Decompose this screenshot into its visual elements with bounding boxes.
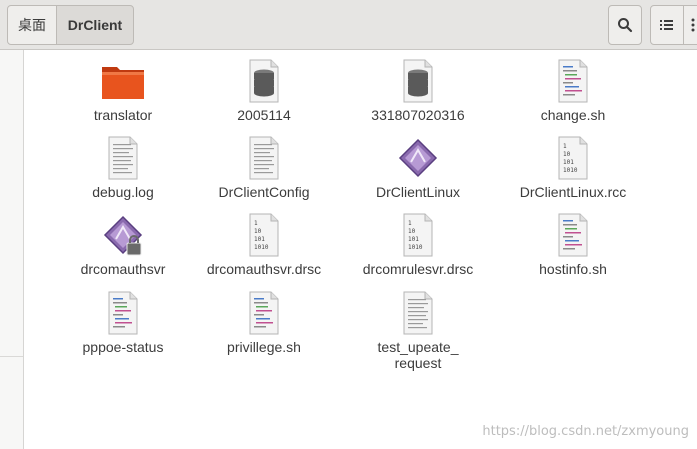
svg-text:1: 1 <box>563 143 567 150</box>
file-item[interactable]: 1 10 101 1010 drcomrulesvr.drsc <box>343 211 493 277</box>
file-item[interactable]: DrClientLinux <box>343 134 493 200</box>
text-file-icon <box>394 289 442 337</box>
file-name: drcomauthsvr.drsc <box>206 261 322 277</box>
file-item[interactable]: translator <box>48 57 198 123</box>
svg-text:101: 101 <box>254 236 265 243</box>
binary-file-icon: 1 10 101 1010 <box>394 211 442 259</box>
menu-button[interactable] <box>683 5 697 45</box>
file-item[interactable]: debug.log <box>48 134 198 200</box>
file-name: hostinfo.sh <box>539 261 607 277</box>
script-icon <box>99 289 147 337</box>
database-icon <box>394 57 442 105</box>
binary-file-icon: 1 10 101 1010 <box>549 134 597 182</box>
svg-text:101: 101 <box>408 236 419 243</box>
script-icon <box>549 211 597 259</box>
file-name: 331807020316 <box>371 107 465 123</box>
breadcrumb-home[interactable]: 桌面 <box>7 5 57 45</box>
file-item[interactable]: DrClientConfig <box>189 134 339 200</box>
svg-text:1: 1 <box>254 220 258 227</box>
script-icon <box>549 57 597 105</box>
file-item[interactable]: 331807020316 <box>343 57 493 123</box>
file-name: DrClientLinux <box>375 184 461 200</box>
view-mode-button[interactable] <box>650 5 684 45</box>
file-item[interactable]: hostinfo.sh <box>498 211 648 277</box>
svg-text:101: 101 <box>563 159 574 166</box>
folder-icon <box>99 57 147 105</box>
file-name: pppoe-status <box>82 339 164 355</box>
search-icon <box>618 18 633 33</box>
sidebar <box>0 50 24 449</box>
svg-text:1010: 1010 <box>563 167 578 174</box>
file-name: test_upeate_ request <box>377 339 459 371</box>
file-name: drcomauthsvr <box>80 261 166 277</box>
file-item[interactable]: drcomauthsvr <box>48 211 198 277</box>
svg-text:1010: 1010 <box>254 244 269 251</box>
breadcrumb-current[interactable]: DrClient <box>56 5 134 45</box>
search-button[interactable] <box>608 5 642 45</box>
file-name: change.sh <box>540 107 606 123</box>
executable-icon <box>394 134 442 182</box>
svg-text:1010: 1010 <box>408 244 423 251</box>
sidebar-divider <box>0 356 23 357</box>
script-icon <box>240 289 288 337</box>
svg-text:10: 10 <box>254 228 262 235</box>
file-name: DrClientConfig <box>218 184 310 200</box>
more-icon <box>691 18 695 32</box>
file-name: debug.log <box>92 184 154 200</box>
file-item[interactable]: privillege.sh <box>189 289 339 355</box>
database-icon <box>240 57 288 105</box>
list-view-icon <box>660 20 673 30</box>
file-name: DrClientLinux.rcc <box>519 184 627 200</box>
svg-text:10: 10 <box>563 151 571 158</box>
file-item[interactable]: 2005114 <box>189 57 339 123</box>
svg-text:10: 10 <box>408 228 416 235</box>
file-name: drcomrulesvr.drsc <box>362 261 474 277</box>
file-item[interactable]: 1 10 101 1010 DrClientLinux.rcc <box>498 134 648 200</box>
file-item[interactable]: change.sh <box>498 57 648 123</box>
text-file-icon <box>99 134 147 182</box>
file-name: privillege.sh <box>227 339 301 355</box>
file-item[interactable]: test_upeate_ request <box>343 289 493 371</box>
svg-text:1: 1 <box>408 220 412 227</box>
locked-executable-icon <box>99 211 147 259</box>
file-name: 2005114 <box>237 107 291 123</box>
file-item[interactable]: pppoe-status <box>48 289 198 355</box>
binary-file-icon: 1 10 101 1010 <box>240 211 288 259</box>
watermark: https://blog.csdn.net/zxmyoung <box>482 424 689 439</box>
header-bar: 桌面 DrClient <box>0 0 697 50</box>
file-name: translator <box>93 107 153 123</box>
text-file-icon <box>240 134 288 182</box>
file-item[interactable]: 1 10 101 1010 drcomauthsvr.drsc <box>189 211 339 277</box>
